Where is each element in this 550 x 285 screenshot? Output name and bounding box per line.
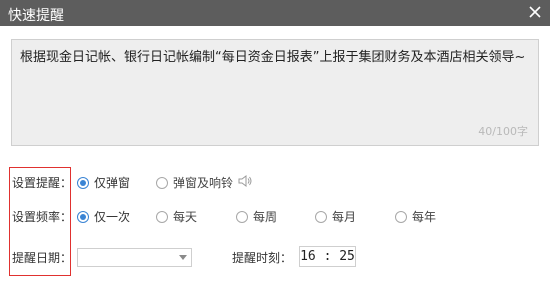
radio-dot xyxy=(236,210,248,223)
radio-dot xyxy=(156,210,168,223)
reminder-type-label: 设置提醒： xyxy=(12,176,73,190)
message-text: 根据现金日记帐、银行日记帐编制“每日资金日报表”上报于集团财务及本酒店相关领导~ xyxy=(20,50,526,65)
radio-dot xyxy=(156,176,168,189)
frequency-label: 设置频率： xyxy=(12,210,73,224)
date-select[interactable] xyxy=(77,248,192,267)
time-label: 提醒时刻： xyxy=(232,251,293,265)
radio-monthly[interactable]: 每月 xyxy=(315,208,356,225)
radio-popup-and-ring[interactable]: 弹窗及响铃 xyxy=(156,174,233,191)
radio-popup-only[interactable]: 仅弹窗 xyxy=(77,174,130,191)
radio-dot xyxy=(77,176,89,189)
speaker-icon[interactable] xyxy=(237,173,253,189)
time-input[interactable]: 16 : 25 xyxy=(299,246,356,267)
radio-label: 每月 xyxy=(332,210,357,224)
radio-label: 每年 xyxy=(412,210,437,224)
radio-once[interactable]: 仅一次 xyxy=(77,208,130,225)
message-textarea[interactable]: 根据现金日记帐、银行日记帐编制“每日资金日报表”上报于集团财务及本酒店相关领导~… xyxy=(11,39,539,146)
window-title: 快速提醒 xyxy=(8,8,64,24)
radio-label: 每周 xyxy=(253,210,278,224)
radio-dot xyxy=(77,210,89,223)
radio-weekly[interactable]: 每周 xyxy=(236,208,277,225)
radio-yearly[interactable]: 每年 xyxy=(395,208,436,225)
radio-label: 弹窗及响铃 xyxy=(173,176,234,190)
date-label: 提醒日期： xyxy=(12,251,73,265)
chevron-down-icon xyxy=(179,255,187,260)
radio-label: 每天 xyxy=(173,210,198,224)
radio-dot xyxy=(395,210,407,223)
radio-daily[interactable]: 每天 xyxy=(156,208,197,225)
radio-label: 仅弹窗 xyxy=(94,176,131,190)
title-bar: 快速提醒 xyxy=(0,0,550,26)
char-counter: 40/100字 xyxy=(478,125,528,138)
radio-dot xyxy=(315,210,327,223)
radio-label: 仅一次 xyxy=(94,210,131,224)
close-icon[interactable] xyxy=(527,4,543,20)
